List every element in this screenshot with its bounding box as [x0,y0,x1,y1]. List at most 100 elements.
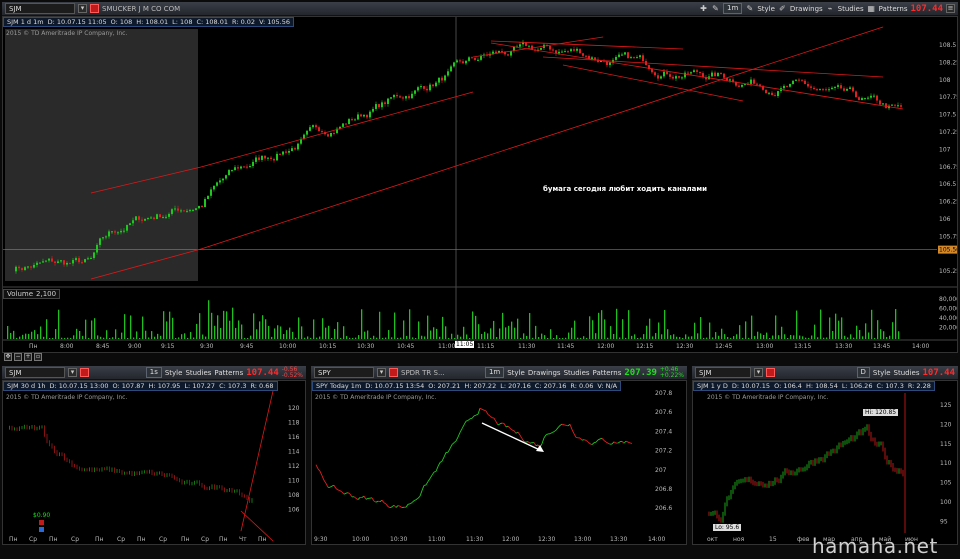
left-timeframe-button[interactable]: 1s [145,367,162,378]
main-candle-body [90,257,92,259]
right-symbol-input[interactable]: SJM [695,367,751,378]
main-candle-body [375,104,377,109]
left-symbol-dropdown[interactable]: ▾ [68,368,77,377]
main-copyright: 2015 © TD Ameritrade IP Company, Inc. [6,30,128,37]
left-change-pct: -0.52% [281,371,303,379]
volume-bar [871,309,873,339]
left-time-axis-label: Пн [137,536,146,543]
main-symbol-dropdown[interactable]: ▾ [78,4,87,13]
right-chart-pane[interactable]: 125 120 115 110 105 100 95 окт ноя 15 фев мар апр май… [692,380,958,545]
main-link-color-square[interactable] [90,4,99,13]
right-timeframe-button[interactable]: D [856,367,870,378]
main-candle-body [69,262,71,264]
mid-price-segment [335,488,339,491]
volume-bar [385,337,387,339]
main-candle-body [273,158,275,161]
main-nav-controls: ✥ − + ▫ [4,351,42,363]
volume-bar [196,323,198,339]
volume-bar [295,337,297,339]
mid-price-axis-label: 207.8 [655,390,672,397]
mid-price-segment [569,424,573,430]
mid-link-color-square[interactable] [389,368,398,377]
main-studies-button[interactable]: Studies [838,5,864,13]
main-patterns-icon[interactable]: ▦ [867,4,876,13]
mid-style-button[interactable]: Style [507,369,525,377]
volume-bar [13,330,15,339]
right-symbol-dropdown[interactable]: ▾ [754,368,763,377]
mid-price-chart[interactable]: 207.8 207.6 207.4 207.2 207 206.8 206.6 9:30 10:… [312,381,686,544]
main-wrench-icon[interactable]: ✎ [711,4,720,13]
main-zoom-in-icon[interactable]: + [24,353,32,361]
main-price-chart[interactable]: 108.5 108.25 108 107.75 107.5 107.25 107 106.75… [3,17,957,352]
left-price-axis-label: 110 [288,478,300,485]
mid-price-segment [435,466,439,472]
left-style-button[interactable]: Style [165,369,183,377]
mid-symbol-input[interactable]: SPY [314,367,374,378]
volume-bar [16,337,18,339]
volume-bar [262,315,264,339]
main-zoom-out-icon[interactable]: − [14,353,22,361]
main-candle-body [159,214,161,218]
main-candle-body [315,125,317,128]
main-candle-body [552,49,554,51]
main-timeframe-button[interactable]: 1m [723,3,743,14]
main-candle-body [636,57,638,59]
mid-symbol-dropdown[interactable]: ▾ [377,368,386,377]
volume-bar [706,337,708,339]
volume-bar [565,337,567,339]
mid-patterns-button[interactable]: Patterns [593,369,622,377]
main-drawings-button[interactable]: Drawings [790,5,823,13]
main-pan-icon[interactable]: ✥ [4,353,12,361]
main-style-button[interactable]: Style [757,5,775,13]
mid-price-segment [549,432,553,435]
right-time-axis-label: ноя [733,536,745,543]
mid-price-segment [387,506,391,509]
mid-annotation-arrow [481,422,543,452]
left-chart-pane[interactable]: 120 118 116 114 112 110 108 106 Пн Ср Пн Ср Пн Ср Пн Ср… [2,380,306,545]
right-studies-button[interactable]: Studies [894,369,920,377]
main-style-icon[interactable]: ✎ [745,4,754,13]
mid-price-segment [353,496,357,499]
volume-bar [301,326,303,339]
main-menu-icon[interactable]: ≡ [946,4,955,13]
volume-bar [202,334,204,339]
mid-chart-pane[interactable]: 207.8 207.6 207.4 207.2 207 206.8 206.6 9:30 10:… [311,380,687,545]
main-time-axis-label: 12:30 [676,343,693,350]
right-link-color-square[interactable] [766,368,775,377]
left-patterns-button[interactable]: Patterns [214,369,243,377]
left-studies-button[interactable]: Studies [185,369,211,377]
main-cross-icon[interactable]: ✚ [699,4,708,13]
left-link-color-square[interactable] [80,368,89,377]
main-fit-icon[interactable]: ▫ [34,353,42,361]
mid-drawings-button[interactable]: Drawings [528,369,561,377]
volume-bar [136,331,138,339]
volume-bar [226,311,228,339]
main-chart-pane[interactable]: 108.5 108.25 108 107.75 107.5 107.25 107 106.75… [2,16,958,353]
main-candle-body [189,210,191,212]
main-candle-body [564,51,566,53]
volume-bar [325,327,327,339]
mid-price-segment [389,506,393,509]
right-style-button[interactable]: Style [873,369,891,377]
main-studies-icon[interactable]: ⌁ [826,4,835,13]
mid-timeframe-button[interactable]: 1m [484,367,505,378]
left-price-chart[interactable]: 120 118 116 114 112 110 108 106 Пн Ср Пн Ср Пн Ср Пн Ср… [3,381,305,544]
volume-bar [820,309,822,339]
main-drawings-icon[interactable]: ✐ [778,4,787,13]
main-patterns-button[interactable]: Patterns [879,5,908,13]
main-time-axis-label: 12:45 [715,343,732,350]
mid-price-segment [499,422,503,425]
main-price-axis-label: 108 [939,77,951,84]
volume-bar [460,336,462,339]
left-trend-line [240,390,274,532]
right-price-chart[interactable]: 12512011511010510095окт ноя 15 фев мар апр май… [693,381,957,544]
mid-price-segment [377,500,381,503]
main-candle-body [693,70,695,73]
mid-price-segment [543,434,547,439]
left-symbol-input[interactable]: SJM [5,367,65,378]
mid-studies-button[interactable]: Studies [564,369,590,377]
main-ohlc-volume: V: 105.56 [259,18,290,26]
volume-bar [898,331,900,339]
main-symbol-input[interactable]: SJM [5,3,75,14]
main-candle-body [699,71,701,74]
